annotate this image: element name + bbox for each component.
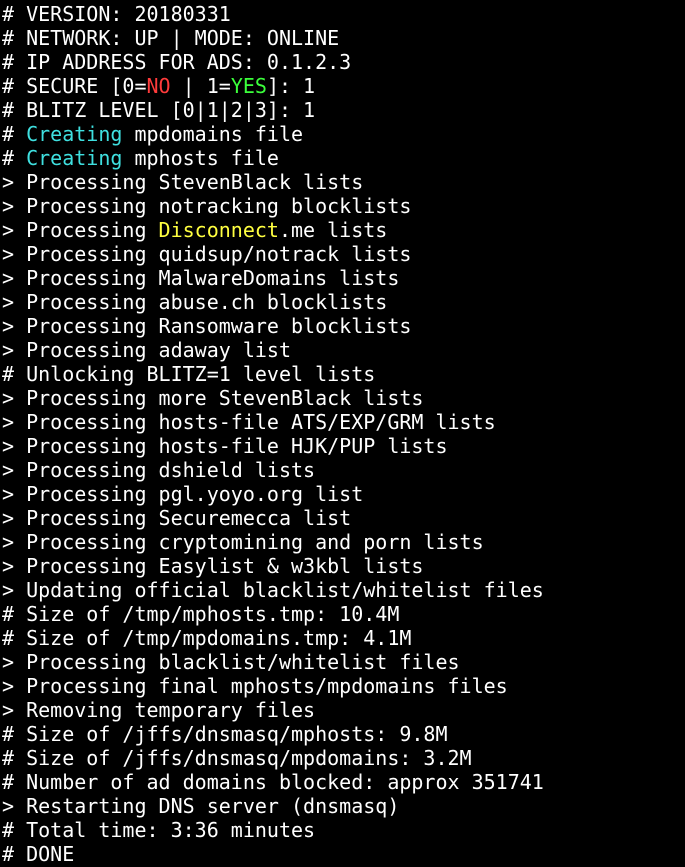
terminal-text: # (2, 122, 27, 146)
highlighted-text: Disconnect (158, 218, 279, 242)
terminal-line: # NETWORK: UP | MODE: ONLINE (2, 26, 685, 50)
terminal-text: > Updating official blacklist/whitelist … (2, 578, 544, 602)
terminal-text: > Processing more StevenBlack lists (2, 386, 424, 410)
terminal-line: > Processing more StevenBlack lists (2, 386, 685, 410)
terminal-text: # Size of /tmp/mpdomains.tmp: 4.1M (2, 626, 412, 650)
terminal-line: > Processing MalwareDomains lists (2, 266, 685, 290)
terminal-line: > Processing adaway list (2, 338, 685, 362)
terminal-text: > Processing StevenBlack lists (2, 170, 364, 194)
terminal-line: > Processing blacklist/whitelist files (2, 650, 685, 674)
terminal-line: # VERSION: 20180331 (2, 2, 685, 26)
terminal-text: > Processing dshield lists (2, 458, 316, 482)
terminal-line: # SECURE [0=NO | 1=YES]: 1 (2, 74, 685, 98)
terminal-line: > Processing hosts-file ATS/EXP/GRM list… (2, 410, 685, 434)
terminal-text: # VERSION: 20180331 (2, 2, 231, 26)
terminal-text: > Processing Easylist & w3kbl lists (2, 554, 424, 578)
highlighted-text: Creating (26, 122, 123, 146)
terminal-text: > Removing temporary files (2, 698, 316, 722)
terminal-line: > Processing notracking blocklists (2, 194, 685, 218)
terminal-text: > Processing pgl.yoyo.org list (2, 482, 364, 506)
terminal-text: # Size of /jffs/dnsmasq/mphosts: 9.8M (2, 722, 448, 746)
terminal-text: > Processing quidsup/notrack lists (2, 242, 412, 266)
terminal-text: # DONE (2, 842, 75, 866)
terminal-line: # Size of /tmp/mphosts.tmp: 10.4M (2, 602, 685, 626)
terminal-text: > Processing adaway list (2, 338, 291, 362)
terminal-text: # IP ADDRESS FOR ADS: 0.1.2.3 (2, 50, 352, 74)
terminal-line: # DONE (2, 842, 685, 866)
terminal-line: > Processing pgl.yoyo.org list (2, 482, 685, 506)
terminal-line: > Processing dshield lists (2, 458, 685, 482)
terminal-text: > Processing hosts-file HJK/PUP lists (2, 434, 448, 458)
terminal-line: > Processing abuse.ch blocklists (2, 290, 685, 314)
terminal-text: # NETWORK: UP | MODE: ONLINE (2, 26, 340, 50)
terminal-text: # (2, 146, 27, 170)
terminal-line: > Processing StevenBlack lists (2, 170, 685, 194)
highlighted-text: Creating (26, 146, 123, 170)
terminal-output[interactable]: # VERSION: 20180331 # NETWORK: UP | MODE:… (0, 0, 685, 867)
highlighted-text: YES (230, 74, 267, 98)
terminal-line: > Processing hosts-file HJK/PUP lists (2, 434, 685, 458)
terminal-line: > Removing temporary files (2, 698, 685, 722)
terminal-text: > Processing hosts-file ATS/EXP/GRM list… (2, 410, 496, 434)
terminal-line: # Creating mpdomains file (2, 122, 685, 146)
terminal-text: # Total time: 3:36 minutes (2, 818, 316, 842)
terminal-text: # Number of ad domains blocked: approx 3… (2, 770, 544, 794)
terminal-line: # Total time: 3:36 minutes (2, 818, 685, 842)
terminal-line: > Processing Ransomware blocklists (2, 314, 685, 338)
terminal-text: # BLITZ LEVEL [0|1|2|3]: 1 (2, 98, 316, 122)
terminal-text: # Size of /jffs/dnsmasq/mpdomains: 3.2M (2, 746, 472, 770)
terminal-line: # Number of ad domains blocked: approx 3… (2, 770, 685, 794)
terminal-line: # Creating mphosts file (2, 146, 685, 170)
terminal-text: | 1= (170, 74, 231, 98)
terminal-line: # Unlocking BLITZ=1 level lists (2, 362, 685, 386)
terminal-text: > Processing abuse.ch blocklists (2, 290, 388, 314)
terminal-line: > Processing Securemecca list (2, 506, 685, 530)
terminal-text: > Processing cryptomining and porn lists (2, 530, 484, 554)
terminal-text: > Processing Securemecca list (2, 506, 352, 530)
terminal-text: > Processing notracking blocklists (2, 194, 412, 218)
terminal-text: > Restarting DNS server (dnsmasq) (2, 794, 400, 818)
terminal-text: mpdomains file (122, 122, 304, 146)
terminal-line: > Processing quidsup/notrack lists (2, 242, 685, 266)
terminal-text: ]: 1 (266, 74, 316, 98)
terminal-line: > Processing Disconnect.me lists (2, 218, 685, 242)
terminal-text: # Unlocking BLITZ=1 level lists (2, 362, 376, 386)
terminal-text: > Processing (2, 218, 159, 242)
terminal-text: > Processing Ransomware blocklists (2, 314, 412, 338)
terminal-text: > Processing blacklist/whitelist files (2, 650, 460, 674)
terminal-text: mphosts file (122, 146, 279, 170)
terminal-line: # Size of /jffs/dnsmasq/mpdomains: 3.2M (2, 746, 685, 770)
terminal-text: .me lists (278, 218, 388, 242)
terminal-line: > Processing final mphosts/mpdomains fil… (2, 674, 685, 698)
terminal-line: > Updating official blacklist/whitelist … (2, 578, 685, 602)
terminal-line: # IP ADDRESS FOR ADS: 0.1.2.3 (2, 50, 685, 74)
terminal-line: # Size of /tmp/mpdomains.tmp: 4.1M (2, 626, 685, 650)
terminal-line: # BLITZ LEVEL [0|1|2|3]: 1 (2, 98, 685, 122)
terminal-line: > Processing Easylist & w3kbl lists (2, 554, 685, 578)
terminal-text: # SECURE [0= (2, 74, 147, 98)
terminal-text: # Size of /tmp/mphosts.tmp: 10.4M (2, 602, 400, 626)
terminal-line: > Processing cryptomining and porn lists (2, 530, 685, 554)
terminal-text: > Processing MalwareDomains lists (2, 266, 400, 290)
terminal-text: > Processing final mphosts/mpdomains fil… (2, 674, 508, 698)
terminal-line: > Restarting DNS server (dnsmasq) (2, 794, 685, 818)
terminal-line: # Size of /jffs/dnsmasq/mphosts: 9.8M (2, 722, 685, 746)
highlighted-text: NO (146, 74, 171, 98)
